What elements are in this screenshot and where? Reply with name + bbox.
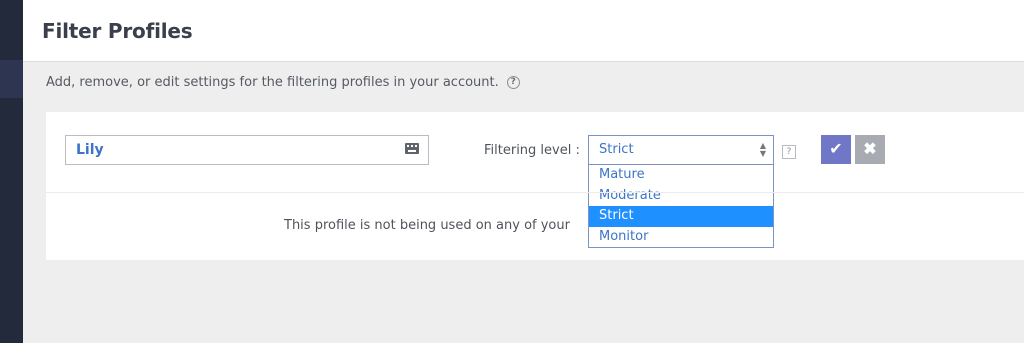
option-moderate[interactable]: Moderate xyxy=(589,186,773,207)
question-icon[interactable]: ? xyxy=(782,145,796,159)
filtering-level-select[interactable]: Strict ▲ ▼ xyxy=(588,135,774,165)
profile-name-input[interactable]: Lily xyxy=(65,135,429,165)
page-description: Add, remove, or edit settings for the fi… xyxy=(46,75,520,90)
keyboard-icon[interactable] xyxy=(405,143,419,154)
option-mature[interactable]: Mature xyxy=(589,165,773,186)
panel-divider xyxy=(46,192,1024,193)
page-header: Filter Profiles xyxy=(23,0,1024,62)
option-strict[interactable]: Strict xyxy=(589,206,773,227)
filtering-level-dropdown[interactable]: Mature Moderate Strict Monitor xyxy=(588,165,774,248)
option-monitor[interactable]: Monitor xyxy=(589,227,773,248)
filtering-level-selected[interactable]: Strict xyxy=(599,142,634,157)
page-title: Filter Profiles xyxy=(42,19,193,43)
profile-name-value[interactable]: Lily xyxy=(76,142,104,158)
left-sidebar xyxy=(0,0,23,343)
profile-panel: Lily Filtering level : Strict ▲ ▼ Mature … xyxy=(46,112,1024,260)
profile-usage-text: This profile is not being used on any of… xyxy=(284,218,570,233)
close-icon: ✖ xyxy=(863,141,877,158)
check-icon: ✔ xyxy=(829,141,843,158)
description-text: Add, remove, or edit settings for the fi… xyxy=(46,75,499,90)
cancel-button[interactable]: ✖ xyxy=(855,135,885,164)
select-arrows-icon[interactable]: ▲ ▼ xyxy=(760,142,766,158)
sidebar-active-item[interactable] xyxy=(0,60,23,98)
confirm-button[interactable]: ✔ xyxy=(821,135,851,164)
help-circle-icon[interactable]: ? xyxy=(506,76,520,89)
filtering-level-label: Filtering level : xyxy=(484,143,580,158)
